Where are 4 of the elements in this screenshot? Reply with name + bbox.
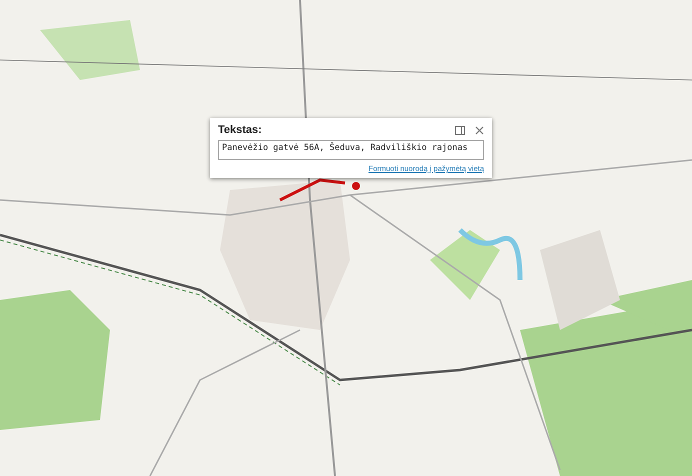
- text-field[interactable]: Panevėžio gatvė 56A, Šeduva, Radviliškio rajonas: [218, 140, 484, 160]
- close-icon[interactable]: [475, 126, 484, 134]
- maximize-icon[interactable]: [455, 126, 465, 134]
- popup-title: Tekstas:: [218, 124, 262, 136]
